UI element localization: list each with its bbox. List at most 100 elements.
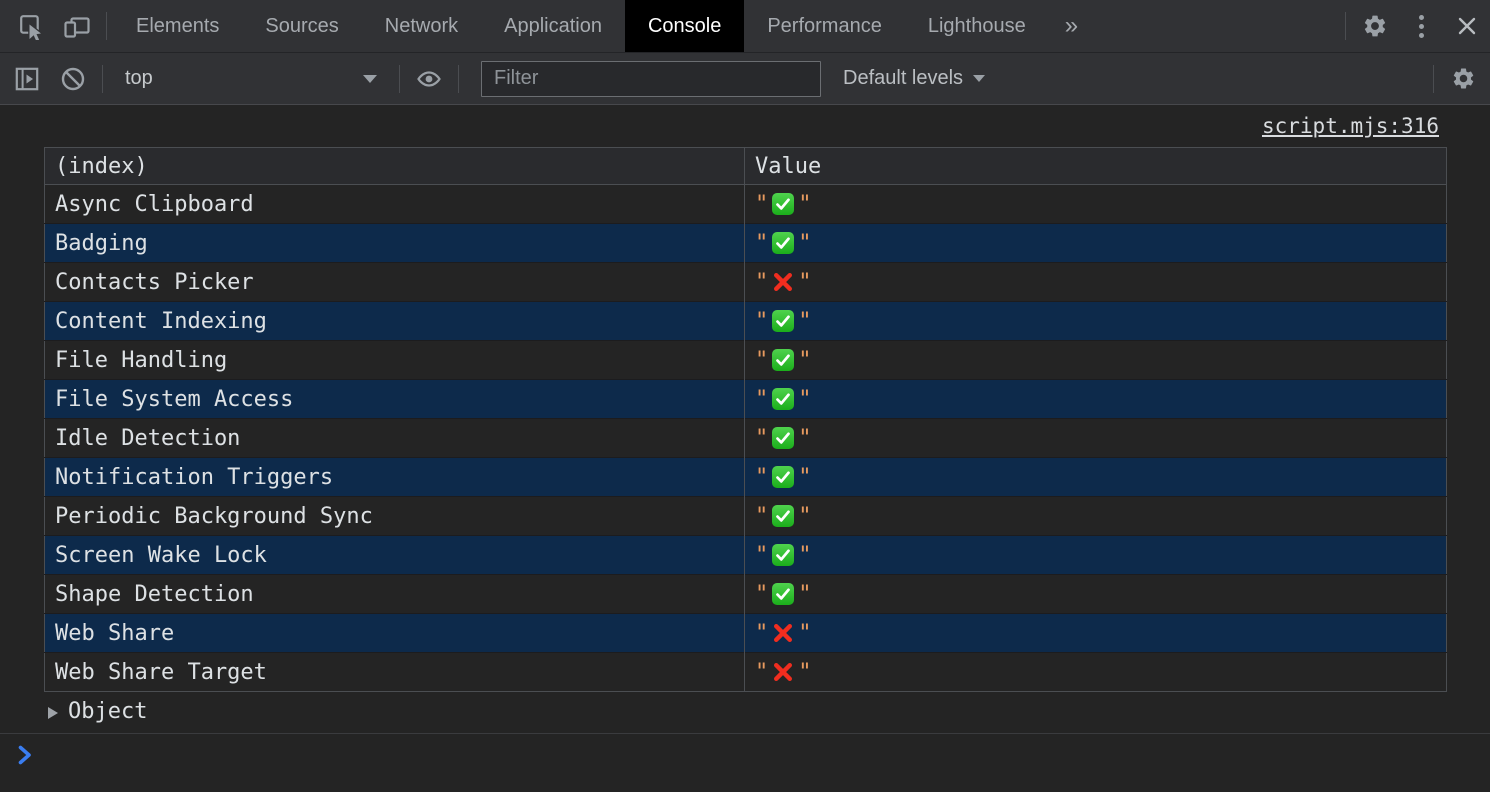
check-emoji-icon xyxy=(771,192,795,216)
check-emoji-icon xyxy=(771,309,795,333)
open-quote: " xyxy=(755,543,768,568)
feature-value: " " xyxy=(745,185,1447,224)
divider xyxy=(1345,12,1346,40)
table-row: Contacts Picker " " xyxy=(45,263,1447,302)
inspect-icon xyxy=(17,12,45,40)
table-row: Shape Detection " " xyxy=(45,575,1447,614)
open-quote: " xyxy=(755,426,768,451)
feature-table-body: Async Clipboard " " Badging " " Contacts… xyxy=(45,185,1447,692)
table-row: File Handling " " xyxy=(45,341,1447,380)
emoji xyxy=(771,192,795,217)
settings-button[interactable] xyxy=(1352,0,1398,52)
device-toolbar-button[interactable] xyxy=(54,0,100,52)
open-quote: " xyxy=(755,231,768,256)
open-quote: " xyxy=(755,504,768,529)
feature-value: " " xyxy=(745,653,1447,692)
feature-name: Badging xyxy=(45,224,745,263)
feature-value: " " xyxy=(745,497,1447,536)
cross-emoji-icon xyxy=(771,270,795,294)
console-table-message: script.mjs:316 (index) Value Async Clipb… xyxy=(0,105,1490,734)
tab-sources[interactable]: Sources xyxy=(242,0,361,52)
object-expander[interactable]: Object xyxy=(44,692,1447,733)
emoji xyxy=(771,621,795,646)
check-emoji-icon xyxy=(771,504,795,528)
dropdown-arrow-icon xyxy=(973,75,985,82)
log-levels-select[interactable]: Default levels xyxy=(835,53,993,104)
divider xyxy=(1433,65,1434,93)
open-quote: " xyxy=(755,387,768,412)
close-quote: " xyxy=(798,270,811,295)
close-quote: " xyxy=(798,231,811,256)
source-location-link[interactable]: script.mjs:316 xyxy=(1262,114,1439,138)
divider xyxy=(102,65,103,93)
menu-button[interactable] xyxy=(1398,0,1444,52)
divider xyxy=(458,65,459,93)
clear-console-button[interactable] xyxy=(50,65,96,93)
close-devtools-button[interactable] xyxy=(1444,0,1490,52)
close-icon xyxy=(1456,15,1478,37)
emoji xyxy=(771,348,795,373)
tab-console[interactable]: Console xyxy=(625,0,744,52)
tab-lighthouse[interactable]: Lighthouse xyxy=(905,0,1049,52)
clear-console-icon xyxy=(59,65,87,93)
console-toolbar: top Default levels xyxy=(0,53,1490,105)
filter-input[interactable] xyxy=(481,61,821,97)
close-quote: " xyxy=(798,348,811,373)
console-sidebar-button[interactable] xyxy=(4,65,50,93)
column-header-value[interactable]: Value xyxy=(745,148,1447,185)
expand-triangle-icon xyxy=(48,707,58,719)
feature-value: " " xyxy=(745,536,1447,575)
dropdown-arrow-icon xyxy=(363,75,377,83)
tab-application[interactable]: Application xyxy=(481,0,625,52)
menu-dots-icon xyxy=(1419,15,1424,20)
feature-name: File System Access xyxy=(45,380,745,419)
table-row: Web Share Target " " xyxy=(45,653,1447,692)
feature-value: " " xyxy=(745,575,1447,614)
feature-value: " " xyxy=(745,419,1447,458)
frame-context-select[interactable]: top xyxy=(109,53,393,104)
emoji xyxy=(771,426,795,451)
gear-icon xyxy=(1451,66,1476,91)
table-row: Content Indexing " " xyxy=(45,302,1447,341)
feature-value: " " xyxy=(745,224,1447,263)
inspect-element-button[interactable] xyxy=(8,0,54,52)
column-header-index[interactable]: (index) xyxy=(45,148,745,185)
check-emoji-icon xyxy=(771,426,795,450)
emoji xyxy=(771,543,795,568)
divider xyxy=(106,12,107,40)
feature-value: " " xyxy=(745,458,1447,497)
emoji xyxy=(771,660,795,685)
log-levels-value: Default levels xyxy=(843,67,963,90)
tab-performance[interactable]: Performance xyxy=(744,0,905,52)
close-quote: " xyxy=(798,309,811,334)
open-quote: " xyxy=(755,348,768,373)
live-expression-button[interactable] xyxy=(406,64,452,94)
table-row: Web Share " " xyxy=(45,614,1447,653)
feature-name: Idle Detection xyxy=(45,419,745,458)
feature-name: Shape Detection xyxy=(45,575,745,614)
close-quote: " xyxy=(798,543,811,568)
feature-value: " " xyxy=(745,614,1447,653)
more-tabs-button[interactable]: » xyxy=(1049,0,1094,52)
feature-name: Content Indexing xyxy=(45,302,745,341)
frame-context-value: top xyxy=(125,67,153,90)
feature-name: Notification Triggers xyxy=(45,458,745,497)
feature-name: Web Share Target xyxy=(45,653,745,692)
cross-emoji-icon xyxy=(771,621,795,645)
table-row: File System Access " " xyxy=(45,380,1447,419)
emoji xyxy=(771,504,795,529)
console-output: script.mjs:316 (index) Value Async Clipb… xyxy=(0,105,1490,792)
open-quote: " xyxy=(755,309,768,334)
console-settings-button[interactable] xyxy=(1440,66,1486,91)
emoji xyxy=(771,582,795,607)
inspect-icon-group xyxy=(0,0,100,52)
object-label: Object xyxy=(68,699,147,724)
close-quote: " xyxy=(798,582,811,607)
open-quote: " xyxy=(755,660,768,685)
tab-elements[interactable]: Elements xyxy=(113,0,242,52)
check-emoji-icon xyxy=(771,387,795,411)
check-emoji-icon xyxy=(771,231,795,255)
check-emoji-icon xyxy=(771,543,795,567)
tab-network[interactable]: Network xyxy=(362,0,481,52)
console-prompt[interactable] xyxy=(0,734,1490,767)
